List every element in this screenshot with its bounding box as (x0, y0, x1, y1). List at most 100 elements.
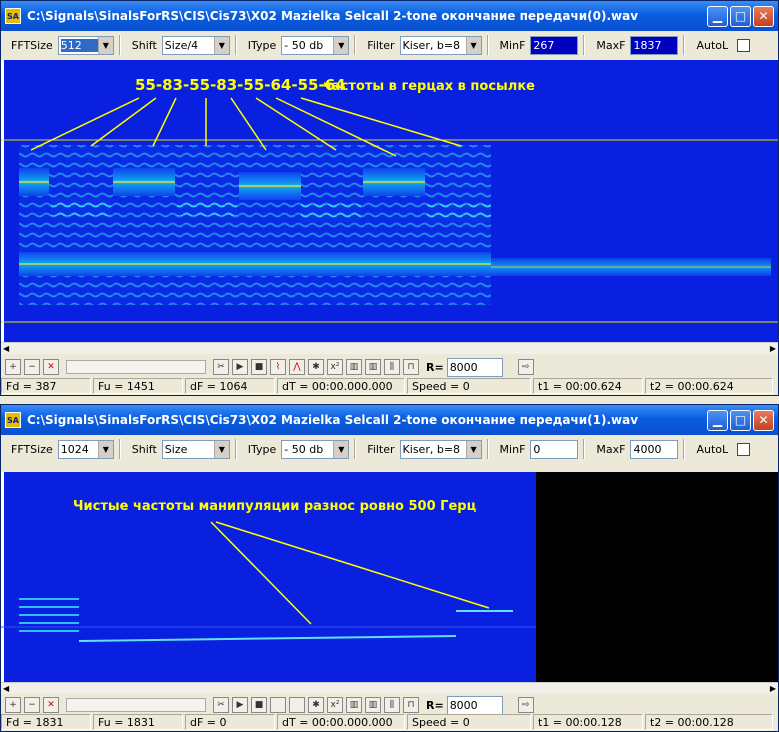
stop-icon[interactable]: ■ (251, 359, 267, 375)
rate-label: R= (426, 698, 444, 712)
spectrogram-window-1: SA C:\Signals\SinalsForRS\CIS\Cis73\X02 … (0, 0, 779, 396)
itype-value: - 50 db (284, 442, 324, 456)
export-icon[interactable]: ⇨ (517, 359, 534, 375)
filter-value: Kiser, b=8 (402, 38, 461, 52)
itype-select[interactable]: - 50 db ▼ (281, 439, 350, 459)
separator (583, 439, 586, 459)
reset-zoom-icon[interactable]: ✕ (43, 697, 59, 713)
scroll-left-icon: ◀ (3, 684, 10, 693)
reset-zoom-icon[interactable]: ✕ (43, 359, 59, 375)
frequency-annotation: Чистые частоты манипуляции разнос ровно … (73, 499, 477, 514)
chevron-down-icon: ▼ (465, 440, 481, 458)
status-fu: Fu = 1451 (93, 378, 183, 394)
cut-icon[interactable]: ✂ (213, 697, 229, 713)
chevron-down-icon: ▼ (465, 36, 481, 54)
bars-icon[interactable]: ▥ (346, 697, 362, 713)
chart-icon[interactable] (270, 697, 286, 713)
maximize-button[interactable]: □ (730, 409, 751, 431)
title-bar[interactable]: SA C:\Signals\SinalsForRS\CIS\Cis73\X02 … (1, 1, 778, 31)
separator (234, 439, 237, 459)
zoom-out-icon[interactable]: − (24, 359, 40, 375)
status-t2: t2 = 00:00.624 (645, 378, 773, 394)
maximize-icon: □ (734, 413, 747, 427)
maxf-input[interactable]: 4000 (630, 439, 679, 459)
filter-select[interactable]: Kiser, b=8 ▼ (399, 439, 482, 459)
spectrogram-canvas[interactable]: Чистые частоты манипуляции разнос ровно … (1, 472, 778, 682)
itype-value: - 50 db (284, 38, 324, 52)
shift-select[interactable]: Size/4 ▼ (161, 35, 230, 55)
separator (354, 439, 357, 459)
filter-select[interactable]: Kiser, b=8 ▼ (399, 35, 482, 55)
itype-label: IType (247, 442, 277, 456)
status-df: dF = 0 (185, 714, 275, 730)
shift-value: Size/4 (164, 38, 199, 52)
toolbar: FFTSize 1024 ▼ Shift Size ▼ IType - 50 db ▼… (1, 435, 778, 463)
marker-icon[interactable]: ✱ (308, 697, 324, 713)
title-bar[interactable]: SA C:\Signals\SinalsForRS\CIS\Cis73\X02 … (1, 405, 778, 435)
power-icon[interactable]: x² (327, 697, 343, 713)
close-button[interactable]: ✕ (753, 409, 774, 431)
zoom-in-icon[interactable]: + (5, 697, 21, 713)
close-button[interactable]: ✕ (753, 5, 774, 27)
separator (683, 35, 686, 55)
minf-label: MinF (499, 442, 526, 456)
autol-checkbox[interactable] (737, 38, 751, 52)
minimize-button[interactable]: ▁ (707, 409, 728, 431)
position-slider[interactable] (66, 360, 206, 374)
minimize-button[interactable]: ▁ (707, 5, 728, 27)
fftsize-value: 1024 (60, 442, 89, 456)
shift-label: Shift (131, 38, 157, 52)
spectrogram-window-2: SA C:\Signals\SinalsForRS\CIS\Cis73\X02 … (0, 404, 779, 732)
control-row: + − ✕ ✂ ▶ ■ ⌇ ⋀ ✱ x² ▥ ▥ ⫼ ⊓ R= 8000 ⇨ (1, 357, 778, 377)
maxf-input[interactable]: 1837 (630, 35, 679, 55)
autol-label: AutoL (696, 38, 729, 52)
play-icon[interactable]: ▶ (232, 697, 248, 713)
horizontal-scrollbar[interactable]: ◀ ▶ (1, 682, 778, 694)
window-title: C:\Signals\SinalsForRS\CIS\Cis73\X02 Maz… (27, 413, 639, 427)
separator (234, 35, 237, 55)
status-dt: dT = 00:00.000.000 (277, 378, 405, 394)
autol-checkbox[interactable] (737, 442, 751, 456)
chart-icon[interactable]: ⌇ (270, 359, 286, 375)
power-icon[interactable]: x² (327, 359, 343, 375)
itype-select[interactable]: - 50 db ▼ (281, 35, 350, 55)
pulse-icon[interactable]: ⊓ (403, 697, 419, 713)
shift-label: Shift (131, 442, 157, 456)
cut-icon[interactable]: ✂ (213, 359, 229, 375)
horizontal-scrollbar[interactable]: ◀ ▶ (1, 342, 778, 354)
bars-icon[interactable]: ⫼ (384, 697, 400, 713)
stop-icon[interactable]: ■ (251, 697, 267, 713)
minf-label: MinF (499, 38, 526, 52)
pulse-icon[interactable]: ⊓ (403, 359, 419, 375)
chevron-down-icon: ▼ (213, 440, 229, 458)
export-icon[interactable]: ⇨ (517, 697, 534, 713)
maximize-icon: □ (734, 9, 747, 23)
bars-icon[interactable]: ⫼ (384, 359, 400, 375)
bars-icon[interactable]: ▥ (346, 359, 362, 375)
bars-icon[interactable]: ▥ (365, 359, 381, 375)
spectrogram-canvas[interactable]: 55-83-55-83-55-64-55-64 частоты в герцах… (1, 60, 778, 342)
position-slider[interactable] (66, 698, 206, 712)
marker-icon[interactable]: ✱ (308, 359, 324, 375)
maxf-label: MaxF (596, 38, 626, 52)
rate-input[interactable]: 8000 (446, 357, 503, 377)
shift-select[interactable]: Size ▼ (161, 439, 230, 459)
fftsize-select[interactable]: 512 ▼ (57, 35, 114, 55)
bars-icon[interactable]: ▥ (365, 697, 381, 713)
minf-input[interactable]: 267 (530, 35, 579, 55)
chevron-down-icon: ▼ (97, 440, 113, 458)
play-icon[interactable]: ▶ (232, 359, 248, 375)
status-bar: Fd = 1831 Fu = 1831 dF = 0 dT = 00:00.00… (1, 713, 778, 731)
zoom-in-icon[interactable]: + (5, 359, 21, 375)
fftsize-select[interactable]: 1024 ▼ (57, 439, 114, 459)
autol-label: AutoL (696, 442, 729, 456)
maximize-button[interactable]: □ (730, 5, 751, 27)
separator (486, 35, 489, 55)
chart-icon[interactable]: ⋀ (289, 359, 305, 375)
chart-icon[interactable] (289, 697, 305, 713)
minf-input[interactable]: 0 (530, 439, 579, 459)
zoom-out-icon[interactable]: − (24, 697, 40, 713)
rate-input[interactable]: 8000 (446, 695, 503, 715)
spectrogram-image (1, 60, 778, 342)
scroll-right-icon: ▶ (769, 684, 776, 693)
